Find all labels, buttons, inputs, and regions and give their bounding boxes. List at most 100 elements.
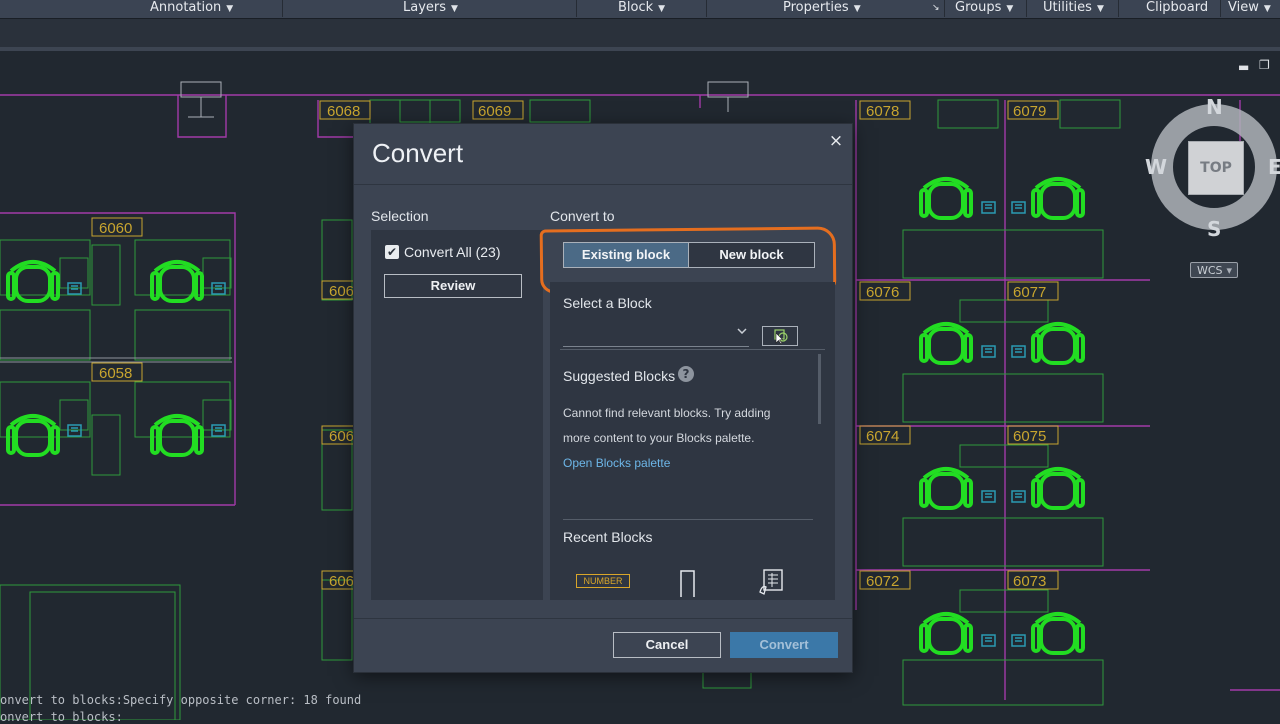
convert-all-checkbox[interactable]: ✔ xyxy=(385,245,399,259)
recent-block-door[interactable] xyxy=(678,568,698,598)
svg-text:6060: 6060 xyxy=(99,220,132,237)
chair-symbol xyxy=(1031,612,1085,655)
chevron-down-icon: ▼ xyxy=(1263,4,1271,14)
chair-symbol xyxy=(919,612,973,655)
phone-symbol xyxy=(1011,634,1026,647)
recent-block-number[interactable]: NUMBER xyxy=(576,574,630,588)
no-suggestions-line2: more content to your Blocks palette. xyxy=(563,431,755,445)
checkmark-icon: ✔ xyxy=(386,245,398,259)
chair-symbol xyxy=(1031,467,1085,510)
svg-text:6068: 6068 xyxy=(327,103,360,120)
ribbon-divider xyxy=(282,0,283,17)
ribbon-panel-bar: Annotation ▼ Layers ▼ Block ▼ Properties ▼ ↘… xyxy=(0,0,1280,19)
chair-symbol xyxy=(1031,322,1085,365)
svg-text:606: 606 xyxy=(329,573,354,590)
svg-text:606: 606 xyxy=(329,428,354,445)
svg-text:6073: 6073 xyxy=(1013,573,1046,590)
chair-symbol xyxy=(919,467,973,510)
viewcube[interactable]: N W E S TOP xyxy=(1140,95,1280,245)
chevron-down-icon: ▼ xyxy=(1096,4,1104,14)
phone-symbol xyxy=(1011,345,1026,358)
selection-label: Selection xyxy=(371,208,429,224)
convert-all-label[interactable]: Convert All (23) xyxy=(404,244,500,260)
footer-divider xyxy=(354,618,852,619)
ribbon-divider xyxy=(944,0,945,17)
convert-button[interactable]: Convert xyxy=(730,632,838,658)
ribbon-panel-groups[interactable]: Groups ▼ xyxy=(955,0,1013,17)
ribbon-panel-utilities[interactable]: Utilities ▼ xyxy=(1043,0,1104,17)
selection-panel: ✔ Convert All (23) Review xyxy=(371,230,543,600)
panel-launcher-icon[interactable]: ↘ xyxy=(932,1,940,18)
help-icon[interactable]: ? xyxy=(678,366,694,382)
compass-east[interactable]: E xyxy=(1268,155,1280,179)
restore-viewport-icon[interactable]: ❐ xyxy=(1259,58,1270,72)
ribbon-panel-view[interactable]: View ▼ xyxy=(1228,0,1271,17)
command-history-line: onvert to blocks:Specify opposite corner… xyxy=(0,693,362,707)
suggested-blocks-label: Suggested Blocks xyxy=(563,368,676,384)
viewcube-top-face[interactable]: TOP xyxy=(1188,141,1244,195)
ribbon-panel-annotation[interactable]: Annotation ▼ xyxy=(150,0,233,17)
phone-symbol xyxy=(981,201,996,214)
select-block-divider xyxy=(560,349,825,350)
ribbon-divider xyxy=(1118,0,1119,17)
ribbon-divider xyxy=(1220,0,1221,17)
select-block-label: Select a Block xyxy=(563,295,652,311)
command-prompt-line: onvert to blocks: xyxy=(0,710,123,724)
compass-north[interactable]: N xyxy=(1206,95,1223,119)
title-divider xyxy=(354,184,852,185)
ribbon-divider xyxy=(576,0,577,17)
phone-symbol xyxy=(1011,201,1026,214)
block-options-panel: Select a Block Suggested Blocks ? Cannot… xyxy=(550,282,835,600)
wcs-menu[interactable]: WCS ▾ xyxy=(1190,262,1238,278)
file-tab-bar xyxy=(0,19,1280,47)
cancel-button[interactable]: Cancel xyxy=(613,632,721,658)
compass-west[interactable]: W xyxy=(1145,155,1167,179)
chair-symbol xyxy=(6,414,60,457)
chair-symbol xyxy=(1031,177,1085,220)
chevron-down-icon xyxy=(737,324,747,337)
phone-symbol xyxy=(981,345,996,358)
chevron-down-icon: ▼ xyxy=(658,4,666,14)
dialog-title: Convert xyxy=(372,138,464,168)
phone-symbol xyxy=(981,634,996,647)
chair-symbol xyxy=(919,177,973,220)
ribbon-panel-clipboard[interactable]: Clipboard xyxy=(1146,0,1208,17)
svg-text:6079: 6079 xyxy=(1013,103,1046,120)
phone-symbol xyxy=(1011,490,1026,503)
no-suggestions-line1: Cannot find relevant blocks. Try adding xyxy=(563,406,771,420)
ribbon-panel-properties[interactable]: Properties ▼ xyxy=(783,0,861,17)
ribbon-divider xyxy=(706,0,707,17)
ribbon-panel-layers[interactable]: Layers ▼ xyxy=(403,0,458,17)
recent-blocks-label: Recent Blocks xyxy=(563,529,653,545)
svg-text:6078: 6078 xyxy=(866,103,899,120)
chevron-down-icon: ▼ xyxy=(451,4,458,14)
svg-text:6058: 6058 xyxy=(99,365,132,382)
convert-to-label: Convert to xyxy=(550,208,615,224)
close-button[interactable]: × xyxy=(828,132,844,150)
svg-text:6069: 6069 xyxy=(478,103,511,120)
close-icon: × xyxy=(828,131,844,151)
chair-symbol xyxy=(919,322,973,365)
command-line[interactable]: onvert to blocks:Specify opposite corner… xyxy=(0,688,640,724)
ribbon-panel-block[interactable]: Block ▼ xyxy=(618,0,665,17)
tab-bar-underline xyxy=(0,47,1280,51)
select-block-dropdown[interactable] xyxy=(563,310,749,347)
chevron-down-icon: ▼ xyxy=(853,4,861,14)
recent-block-phone[interactable] xyxy=(758,567,788,597)
pick-block-icon xyxy=(774,329,788,345)
recent-divider xyxy=(563,519,813,520)
chevron-down-icon: ▾ xyxy=(1226,264,1232,277)
svg-text:6075: 6075 xyxy=(1013,428,1046,445)
svg-text:6077: 6077 xyxy=(1013,284,1046,301)
review-button[interactable]: Review xyxy=(384,274,522,298)
pick-block-button[interactable] xyxy=(762,326,798,346)
chevron-down-icon: ▼ xyxy=(226,4,234,14)
suggested-scrollbar[interactable] xyxy=(818,354,821,424)
phone-symbol xyxy=(981,490,996,503)
compass-south[interactable]: S xyxy=(1207,217,1221,241)
open-blocks-palette-link[interactable]: Open Blocks palette xyxy=(563,456,670,470)
svg-text:606: 606 xyxy=(329,283,354,300)
svg-text:6072: 6072 xyxy=(866,573,899,590)
minimize-viewport-icon[interactable]: ▬ xyxy=(1238,60,1249,74)
ribbon-divider xyxy=(1026,0,1027,17)
